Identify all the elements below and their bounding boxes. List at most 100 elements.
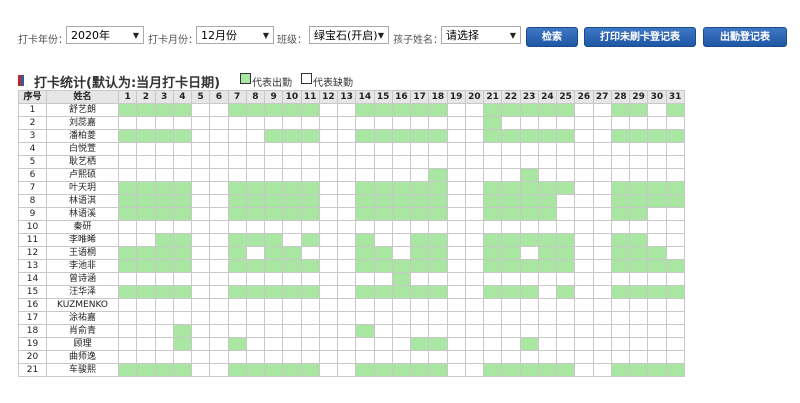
day-cell-absent bbox=[227, 116, 247, 130]
day-cell-absent bbox=[154, 142, 174, 156]
print-missing-card-button[interactable]: 打印未刷卡登记表 bbox=[584, 27, 696, 47]
day-cell-absent bbox=[355, 337, 375, 351]
day-cell-absent bbox=[537, 272, 558, 286]
row-name: 叶天玥 bbox=[46, 181, 119, 195]
day-cell-absent bbox=[428, 116, 448, 130]
day-cell-present bbox=[391, 272, 412, 286]
table-row: 11 李唯晞 bbox=[18, 233, 685, 247]
day-cell-present bbox=[154, 233, 174, 247]
day-cell-present bbox=[245, 233, 266, 247]
day-cell-present bbox=[282, 285, 302, 299]
day-cell-present bbox=[355, 285, 375, 299]
day-cell-present bbox=[245, 194, 266, 208]
day-cell-absent bbox=[519, 155, 539, 169]
name-header: 姓名 bbox=[46, 90, 119, 104]
day-cell-absent bbox=[282, 311, 302, 325]
table-row: 13 李池非 bbox=[18, 259, 685, 273]
attendance-register-button[interactable]: 出勤登记表 bbox=[703, 27, 787, 47]
day-cell-absent bbox=[482, 220, 503, 234]
row-seq: 20 bbox=[18, 350, 47, 364]
day-cell-present bbox=[391, 363, 412, 377]
row-seq: 4 bbox=[18, 142, 47, 156]
day-cell-present bbox=[227, 181, 247, 195]
day-cell-present bbox=[300, 181, 320, 195]
row-seq: 19 bbox=[18, 337, 47, 351]
day-cell-absent bbox=[391, 298, 412, 312]
day-cell-present bbox=[537, 129, 558, 143]
day-header: 17 bbox=[409, 90, 430, 104]
day-cell-absent bbox=[647, 324, 667, 338]
day-cell-present bbox=[136, 103, 156, 117]
day-cell-absent bbox=[300, 311, 320, 325]
day-cell-absent bbox=[428, 324, 448, 338]
day-cell-present bbox=[409, 194, 430, 208]
day-cell-present bbox=[519, 207, 539, 221]
day-cell-absent bbox=[373, 233, 393, 247]
day-header: 9 bbox=[263, 90, 284, 104]
class-select[interactable]: 绿宝石(开启) ▼ bbox=[309, 26, 389, 44]
day-cell-absent bbox=[446, 311, 466, 325]
day-cell-absent bbox=[336, 181, 357, 195]
day-cell-present bbox=[537, 246, 558, 260]
chevron-down-icon: ▼ bbox=[132, 31, 139, 40]
day-cell-absent bbox=[318, 129, 339, 143]
day-cell-absent bbox=[665, 246, 685, 260]
day-cell-present bbox=[555, 233, 576, 247]
day-cell-absent bbox=[647, 155, 667, 169]
day-cell-absent bbox=[592, 194, 612, 208]
day-cell-present bbox=[300, 103, 320, 117]
day-cell-absent bbox=[136, 168, 156, 182]
day-cell-absent bbox=[665, 155, 685, 169]
day-cell-absent bbox=[245, 155, 266, 169]
row-name: 涂祐嘉 bbox=[46, 311, 119, 325]
day-cell-present bbox=[555, 129, 576, 143]
day-cell-absent bbox=[537, 220, 558, 234]
day-cell-absent bbox=[245, 246, 266, 260]
day-cell-absent bbox=[592, 168, 612, 182]
day-cell-absent bbox=[282, 168, 302, 182]
day-cell-absent bbox=[574, 298, 594, 312]
day-cell-present bbox=[391, 259, 412, 273]
day-cell-absent bbox=[355, 311, 375, 325]
day-cell-absent bbox=[373, 168, 393, 182]
day-cell-present bbox=[428, 168, 448, 182]
row-seq: 9 bbox=[18, 207, 47, 221]
day-cell-absent bbox=[282, 142, 302, 156]
day-cell-absent bbox=[628, 220, 649, 234]
day-cell-present bbox=[154, 363, 174, 377]
day-cell-absent bbox=[355, 350, 375, 364]
day-cell-absent bbox=[501, 350, 521, 364]
day-cell-present bbox=[227, 103, 247, 117]
day-cell-present bbox=[501, 363, 521, 377]
day-cell-present bbox=[628, 246, 649, 260]
day-cell-present bbox=[665, 181, 685, 195]
day-cell-present bbox=[227, 363, 247, 377]
row-name: 潘柏菱 bbox=[46, 129, 119, 143]
day-cell-present bbox=[610, 285, 631, 299]
year-select[interactable]: 2020年 ▼ bbox=[66, 26, 144, 44]
child-select[interactable]: 请选择 ▼ bbox=[441, 26, 521, 44]
day-cell-absent bbox=[318, 259, 339, 273]
day-cell-present bbox=[282, 194, 302, 208]
day-header: 13 bbox=[336, 90, 357, 104]
day-cell-absent bbox=[373, 155, 393, 169]
day-cell-absent bbox=[592, 337, 612, 351]
day-cell-absent bbox=[446, 194, 466, 208]
day-cell-absent bbox=[282, 272, 302, 286]
day-cell-absent bbox=[409, 311, 430, 325]
day-cell-absent bbox=[446, 142, 466, 156]
day-cell-absent bbox=[209, 324, 229, 338]
day-cell-present bbox=[227, 259, 247, 273]
day-cell-present bbox=[154, 181, 174, 195]
day-cell-absent bbox=[464, 155, 485, 169]
search-button[interactable]: 检索 bbox=[526, 27, 578, 47]
day-cell-present bbox=[482, 233, 503, 247]
day-cell-absent bbox=[501, 168, 521, 182]
day-cell-absent bbox=[227, 324, 247, 338]
day-cell-absent bbox=[318, 103, 339, 117]
day-cell-absent bbox=[318, 285, 339, 299]
day-cell-absent bbox=[190, 285, 211, 299]
row-seq: 6 bbox=[18, 168, 47, 182]
month-select[interactable]: 12月份 ▼ bbox=[196, 26, 274, 44]
row-seq: 8 bbox=[18, 194, 47, 208]
